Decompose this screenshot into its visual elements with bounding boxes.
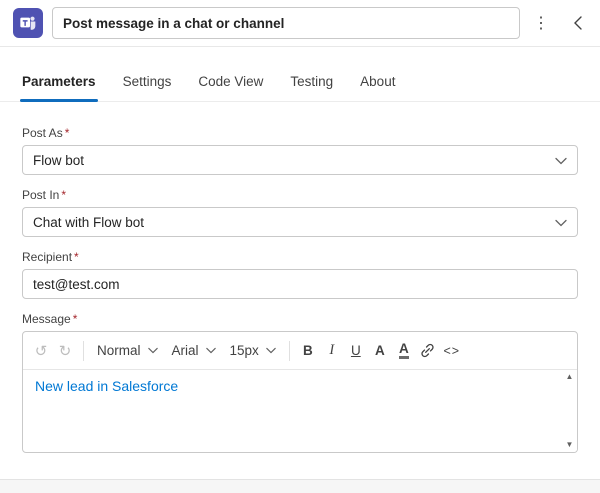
editor-body: New lead in Salesforce ▲ ▼ (23, 370, 577, 452)
font-family-dropdown[interactable]: Arial (165, 338, 223, 364)
message-rich-text-editor: ↺ ↻ Normal Arial 15px B I U A A <> New l… (22, 331, 578, 453)
chevron-down-icon (266, 347, 276, 354)
recipient-label-text: Recipient (22, 250, 73, 264)
required-asterisk: * (72, 312, 78, 326)
post-in-label: Post In * (22, 188, 578, 202)
code-view-button[interactable]: <> (440, 338, 464, 364)
post-in-label-text: Post In (22, 188, 60, 202)
scroll-up-icon[interactable]: ▲ (566, 373, 574, 381)
panel-footer (0, 479, 600, 493)
required-asterisk: * (74, 250, 79, 264)
toolbar-divider (83, 340, 84, 361)
paragraph-style-dropdown[interactable]: Normal (90, 338, 165, 364)
post-as-dropdown[interactable]: Flow bot (22, 145, 578, 175)
undo-icon[interactable]: ↺ (29, 338, 53, 364)
teams-icon (13, 8, 43, 38)
bold-button[interactable]: B (296, 338, 320, 364)
tab-bar: Parameters Settings Code View Testing Ab… (0, 47, 600, 102)
editor-scrollbar[interactable]: ▲ ▼ (562, 370, 577, 452)
post-as-label-text: Post As (22, 126, 63, 140)
paragraph-style-value: Normal (97, 343, 141, 358)
underline-button[interactable]: U (344, 338, 368, 364)
tab-settings[interactable]: Settings (123, 74, 172, 89)
font-color-button[interactable]: A (368, 338, 392, 364)
font-size-value: 15px (229, 343, 259, 358)
chevron-down-icon (555, 153, 567, 168)
required-asterisk: * (61, 188, 67, 202)
tab-about[interactable]: About (360, 74, 395, 89)
insert-link-icon[interactable] (416, 338, 440, 364)
chevron-down-icon (205, 347, 216, 354)
tab-testing[interactable]: Testing (290, 74, 333, 89)
panel-header: ⋮ (0, 0, 600, 47)
action-title-input[interactable] (52, 7, 520, 39)
recipient-label: Recipient * (22, 250, 578, 264)
font-family-value: Arial (171, 343, 199, 358)
scroll-down-icon[interactable]: ▼ (566, 441, 574, 449)
post-as-label: Post As * (22, 126, 578, 140)
message-label: Message * (22, 312, 578, 326)
recipient-input[interactable] (22, 269, 578, 299)
collapse-panel-icon[interactable] (564, 8, 590, 38)
font-size-dropdown[interactable]: 15px (223, 338, 283, 364)
editor-toolbar: ↺ ↻ Normal Arial 15px B I U A A <> (23, 332, 577, 370)
italic-button[interactable]: I (320, 338, 344, 364)
tab-parameters[interactable]: Parameters (20, 74, 98, 102)
more-options-icon[interactable]: ⋮ (526, 8, 556, 38)
chevron-down-icon (147, 347, 158, 354)
toolbar-divider (288, 340, 290, 361)
parameters-form: Post As * Flow bot Post In * Chat with Flo… (0, 102, 600, 453)
highlight-color-button[interactable]: A (392, 338, 416, 364)
redo-icon[interactable]: ↻ (53, 338, 77, 364)
tab-code-view[interactable]: Code View (198, 74, 263, 89)
message-label-text: Message (22, 312, 71, 326)
required-asterisk: * (64, 126, 70, 140)
highlight-glyph: A (398, 342, 409, 360)
post-in-dropdown[interactable]: Chat with Flow bot (22, 207, 578, 237)
action-configuration-panel: ⋮ Parameters Settings Code View Testing … (0, 0, 600, 493)
message-content[interactable]: New lead in Salesforce (23, 370, 562, 452)
chevron-down-icon (555, 215, 567, 230)
post-in-selected-value: Chat with Flow bot (33, 214, 145, 230)
post-as-selected-value: Flow bot (33, 152, 85, 168)
